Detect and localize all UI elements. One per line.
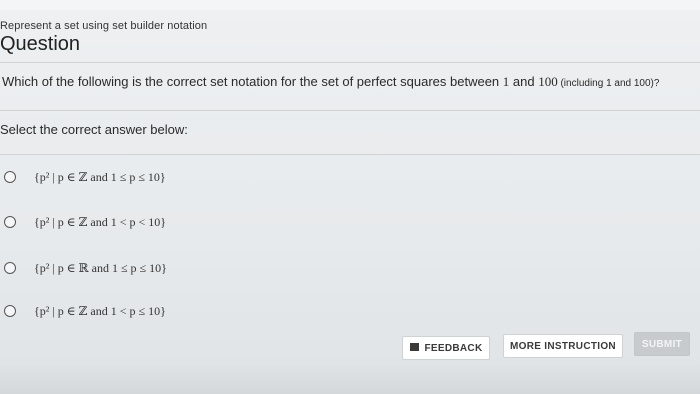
question-page: Represent a set using set builder notati…: [0, 0, 700, 394]
header-divider: [0, 62, 700, 63]
answer-choice-1[interactable]: {p² | p ∈ ℤ and 1 ≤ p ≤ 10}: [0, 166, 700, 188]
question-range-end: 100: [538, 74, 558, 89]
question-main: Which of the following is the correct se…: [2, 74, 503, 89]
question-and: and: [509, 74, 539, 89]
answer-choice-4[interactable]: {p² | p ∈ ℤ and 1 < p ≤ 10}: [0, 300, 700, 322]
feedback-icon: [409, 343, 419, 352]
feedback-button[interactable]: FEEDBACK: [402, 336, 490, 360]
more-instruction-button[interactable]: MORE INSTRUCTION: [503, 334, 623, 358]
question-divider: [0, 110, 700, 111]
choice-label: {p² | p ∈ ℝ and 1 ≤ p ≤ 10}: [34, 260, 167, 275]
feedback-label: FEEDBACK: [424, 343, 483, 354]
prompt-divider: [0, 154, 700, 155]
choice-label: {p² | p ∈ ℤ and 1 < p ≤ 10}: [34, 303, 166, 318]
answer-choice-2[interactable]: {p² | p ∈ ℤ and 1 < p < 10}: [0, 211, 700, 233]
radio-button[interactable]: [4, 262, 16, 274]
breadcrumb: Represent a set using set builder notati…: [0, 20, 208, 32]
radio-button[interactable]: [4, 305, 16, 317]
answer-prompt: Select the correct answer below:: [0, 122, 188, 137]
top-strip: [0, 0, 700, 10]
page-title: Question: [0, 33, 81, 55]
submit-button[interactable]: SUBMIT: [634, 332, 690, 356]
question-parenthetical: (including 1 and 100)?: [557, 78, 660, 89]
choice-label: {p² | p ∈ ℤ and 1 < p < 10}: [34, 214, 167, 229]
question-text: Which of the following is the correct se…: [2, 74, 659, 90]
radio-button[interactable]: [4, 216, 16, 228]
bottom-shade: [0, 362, 700, 394]
choice-label: {p² | p ∈ ℤ and 1 ≤ p ≤ 10}: [34, 169, 166, 184]
answer-choice-3[interactable]: {p² | p ∈ ℝ and 1 ≤ p ≤ 10}: [0, 257, 700, 279]
radio-button[interactable]: [4, 171, 16, 183]
